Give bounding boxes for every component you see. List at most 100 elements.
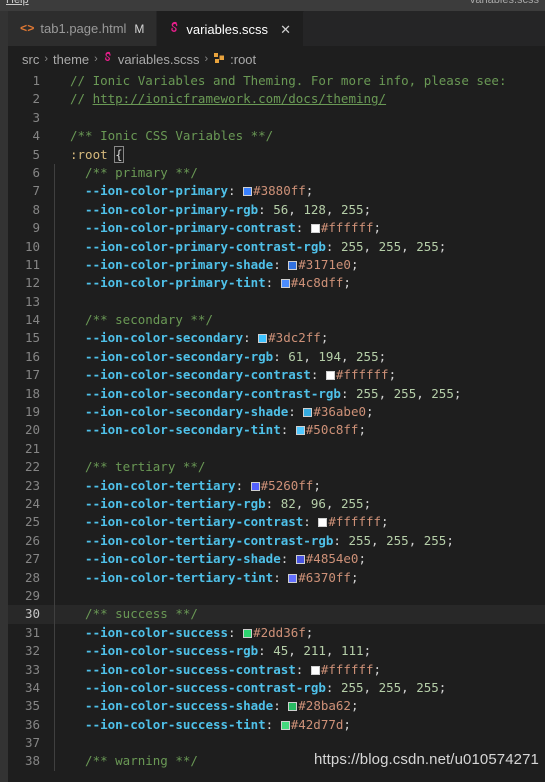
code-token-hex: #6370ff: [298, 569, 351, 585]
line-number: 6: [32, 164, 40, 180]
breadcrumb-item-src[interactable]: src: [22, 52, 39, 67]
code-token-var: --ion-color-tertiary-contrast: [70, 514, 304, 530]
breadcrumb: src › theme › variables.scss ›:root: [8, 46, 545, 72]
code-line[interactable]: 17 --ion-color-secondary-contrast: #ffff…: [8, 366, 545, 386]
line-number: 18: [24, 385, 40, 401]
code-line[interactable]: 30 /** success **/: [8, 605, 545, 625]
code-token-pun: ,: [363, 238, 379, 254]
code-line-content: --ion-color-tertiary: #5260ff;: [54, 476, 545, 496]
color-swatch-icon[interactable]: [325, 371, 335, 381]
code-line[interactable]: 23 --ion-color-tertiary: #5260ff;: [8, 476, 545, 496]
code-line[interactable]: 7 --ion-color-primary: #3880ff;: [8, 182, 545, 202]
code-line[interactable]: 19 --ion-color-secondary-shade: #36abe0;: [8, 403, 545, 422]
code-line[interactable]: 33 --ion-color-success-contrast: #ffffff…: [8, 660, 545, 680]
editor-tab-tab1-page-html[interactable]: <> tab1.page.html M: [8, 11, 158, 46]
code-token-pun: ,: [401, 679, 417, 695]
code-line[interactable]: 10 --ion-color-primary-contrast-rgb: 255…: [8, 237, 545, 257]
code-token-pun: :: [280, 422, 296, 438]
code-token-var: --ion-color-primary-tint: [70, 275, 266, 291]
code-line[interactable]: 22 /** tertiary **/: [8, 458, 545, 477]
code-token-pun: ;: [350, 569, 359, 585]
code-line-content: --ion-color-secondary-tint: #50c8ff;: [54, 421, 545, 441]
code-token-pun: :: [243, 330, 259, 346]
code-token-pun: :: [340, 385, 356, 401]
code-token-num: 82: [280, 495, 296, 511]
code-token-pun: ;: [373, 661, 382, 677]
color-swatch-icon[interactable]: [280, 279, 290, 289]
code-line[interactable]: 24 --ion-color-tertiary-rgb: 82, 96, 255…: [8, 494, 545, 514]
color-swatch-icon[interactable]: [250, 481, 260, 491]
code-line[interactable]: 1 // Ionic Variables and Theming. For mor…: [8, 72, 545, 90]
code-token-pun: ;: [366, 404, 374, 420]
bracket-match: {: [114, 145, 124, 163]
code-line[interactable]: 14 /** secondary **/: [8, 311, 545, 330]
line-number: 5: [32, 146, 40, 162]
code-token-cm: /** success **/: [70, 606, 198, 622]
code-token-cm: /** primary **/: [70, 164, 198, 180]
color-swatch-icon[interactable]: [295, 426, 305, 436]
code-line[interactable]: 31 --ion-color-success: #2dd36f;: [8, 623, 545, 643]
color-swatch-icon[interactable]: [243, 187, 253, 197]
editor-tab-variables-scss[interactable]: variables.scss ✕: [157, 11, 304, 46]
code-line[interactable]: 21: [8, 439, 545, 459]
code-token-num: 255: [340, 495, 364, 511]
line-number: 35: [24, 698, 40, 714]
code-line[interactable]: 37: [8, 734, 545, 753]
code-line[interactable]: 6 /** primary **/: [8, 163, 545, 183]
color-swatch-icon[interactable]: [288, 573, 298, 583]
code-line[interactable]: 29: [8, 586, 545, 606]
breadcrumb-item-theme[interactable]: theme: [53, 52, 89, 67]
tab-close-icon[interactable]: ✕: [280, 23, 291, 36]
code-line[interactable]: 32 --ion-color-success-rgb: 45, 211, 111…: [8, 642, 545, 661]
code-token-var: --ion-color-tertiary-contrast-rgb: [70, 532, 334, 548]
code-line[interactable]: 34 --ion-color-success-contrast-rgb: 255…: [8, 678, 545, 698]
code-token-pun: ,: [288, 643, 304, 659]
code-line[interactable]: 4 /** Ionic CSS Variables **/: [8, 127, 545, 145]
code-line[interactable]: 11 --ion-color-primary-shade: #3171e0;: [8, 255, 545, 275]
code-line[interactable]: 38 /** warning **/: [8, 752, 545, 772]
code-line[interactable]: 28 --ion-color-tertiary-tint: #6370ff;: [8, 568, 545, 588]
color-swatch-icon[interactable]: [310, 665, 320, 675]
color-swatch-icon[interactable]: [280, 720, 290, 730]
code-token-cm: /** warning **/: [70, 753, 198, 769]
code-token-var: --ion-color-secondary: [70, 330, 244, 346]
code-line[interactable]: 15 --ion-color-secondary: #3dc2ff;: [8, 329, 545, 349]
code-editor[interactable]: 1 // Ionic Variables and Theming. For mor…: [8, 72, 545, 782]
code-line[interactable]: 9 --ion-color-primary-contrast: #ffffff;: [8, 219, 545, 238]
code-line[interactable]: 16 --ion-color-secondary-rgb: 61, 194, 2…: [8, 347, 545, 367]
code-line[interactable]: 18 --ion-color-secondary-contrast-rgb: 2…: [8, 384, 545, 404]
code-token-num: 255: [423, 532, 447, 548]
color-swatch-icon[interactable]: [303, 408, 313, 418]
code-line[interactable]: 2 // http://ionicframework.com/docs/themi…: [8, 90, 545, 108]
code-line[interactable]: 25 --ion-color-tertiary-contrast: #fffff…: [8, 513, 545, 533]
code-line-content: /** tertiary **/: [54, 458, 545, 477]
code-line[interactable]: 26 --ion-color-tertiary-contrast-rgb: 25…: [8, 531, 545, 551]
code-token-pun: :: [288, 404, 304, 420]
code-line[interactable]: 20 --ion-color-secondary-tint: #50c8ff;: [8, 421, 545, 441]
code-line[interactable]: 13: [8, 292, 545, 312]
code-token-var: --ion-color-secondary-contrast: [70, 367, 311, 383]
css-selector-icon: [213, 52, 225, 67]
code-line[interactable]: 3: [8, 109, 545, 127]
line-number: 13: [24, 293, 40, 309]
color-swatch-icon[interactable]: [288, 260, 298, 270]
code-line[interactable]: 27 --ion-color-tertiary-shade: #4854e0;: [8, 550, 545, 569]
color-swatch-icon[interactable]: [310, 224, 320, 234]
color-swatch-icon[interactable]: [288, 702, 298, 712]
code-line[interactable]: 5:root {: [8, 145, 545, 164]
breadcrumb-item-root[interactable]: :root: [230, 52, 256, 67]
color-swatch-icon[interactable]: [243, 628, 253, 638]
code-line[interactable]: 35 --ion-color-success-shade: #28ba62;: [8, 697, 545, 717]
color-swatch-icon[interactable]: [258, 334, 268, 344]
code-line[interactable]: 8 --ion-color-primary-rgb: 56, 128, 255;: [8, 200, 545, 220]
code-line[interactable]: 36 --ion-color-success-tint: #42d77d;: [8, 715, 545, 735]
color-swatch-icon[interactable]: [295, 555, 305, 565]
color-swatch-icon[interactable]: [318, 518, 328, 528]
code-line-content: --ion-color-tertiary-shade: #4854e0;: [54, 550, 545, 569]
breadcrumb-item-variablesscss[interactable]: variables.scss: [118, 52, 200, 67]
code-token-num: 128: [303, 201, 326, 217]
code-token-cm: /** secondary **/: [70, 312, 213, 328]
code-link[interactable]: http://ionicframework.com/docs/theming/: [93, 91, 387, 106]
menu-item-help[interactable]: Help: [6, 0, 29, 6]
code-line[interactable]: 12 --ion-color-primary-tint: #4c8dff;: [8, 274, 545, 294]
